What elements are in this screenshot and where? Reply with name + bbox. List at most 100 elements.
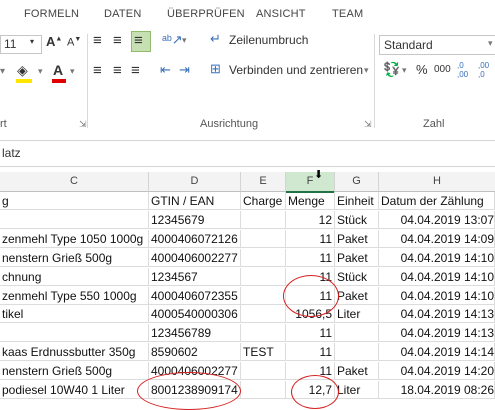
datum-cell[interactable]: 04.04.2019 14:13 (379, 305, 495, 324)
menge-cell[interactable]: 11 (286, 324, 335, 343)
align-center-button[interactable]: ≡ (113, 62, 122, 79)
decrease-decimal-button[interactable]: ,00 ,0 (478, 61, 495, 79)
column-header-h[interactable]: H (379, 172, 495, 192)
fill-color-dropdown[interactable]: ▾ (38, 66, 43, 77)
datum-cell[interactable]: 04.04.2019 14:10 (379, 267, 495, 286)
einheit-cell[interactable]: Liter (335, 305, 379, 324)
orientation-dropdown[interactable]: ▾ (182, 35, 187, 46)
shrink-font-button[interactable]: A▼ (67, 36, 81, 49)
charge-cell[interactable] (241, 362, 286, 381)
artikel-cell[interactable]: zenmehl Type 1050 1000g (0, 229, 149, 248)
gtin-cell[interactable]: 4000540000306 (149, 305, 241, 324)
charge-cell[interactable] (241, 286, 286, 305)
header-charge-cell[interactable]: Charge (241, 192, 286, 210)
artikel-cell[interactable]: kaas Erdnussbutter 350g (0, 343, 149, 362)
charge-cell[interactable] (241, 229, 286, 248)
worksheet-grid[interactable]: C D E F ⬇ G H g GTIN / EAN Charge Menge Einh… (0, 169, 495, 410)
artikel-cell[interactable] (0, 210, 149, 229)
font-dialog-launcher-icon[interactable]: ⇲ (79, 119, 87, 130)
tab-formeln[interactable]: FORMELN (24, 8, 79, 20)
tab-ueberpruefen[interactable]: ÜBERPRÜFEN (167, 8, 245, 20)
menge-cell[interactable]: 11 (286, 248, 335, 267)
tab-team[interactable]: TEAM (332, 8, 363, 20)
increase-indent-button[interactable]: ⇥ (179, 62, 190, 78)
charge-cell[interactable] (241, 210, 286, 229)
column-header-e[interactable]: E (241, 172, 286, 192)
font-size-select[interactable]: 11 ▾ (0, 35, 42, 54)
einheit-cell[interactable]: Paket (335, 362, 379, 381)
column-header-c[interactable]: C (0, 172, 149, 192)
artikel-cell[interactable]: nenstern Grieß 500g (0, 248, 149, 267)
menge-cell[interactable]: 11 (286, 229, 335, 248)
grow-font-button[interactable]: A▲ (46, 34, 62, 49)
charge-cell[interactable] (241, 324, 286, 343)
datum-cell[interactable]: 04.04.2019 14:10 (379, 248, 495, 267)
font-color-button[interactable]: A (52, 62, 66, 83)
align-middle-button[interactable]: ≡ (113, 32, 122, 49)
menge-cell[interactable]: 11 (286, 343, 335, 362)
artikel-cell[interactable]: podiesel 10W40 1 Liter (0, 381, 149, 399)
header-menge-cell[interactable]: Menge (286, 192, 335, 210)
percent-button[interactable]: % (416, 62, 428, 77)
align-left-button[interactable]: ≡ (93, 62, 102, 79)
decrease-indent-button[interactable]: ⇤ (160, 62, 171, 78)
datum-cell[interactable]: 04.04.2019 14:20 (379, 362, 495, 381)
menge-cell[interactable]: 12 (286, 210, 335, 229)
thousands-separator-button[interactable]: 000 (434, 64, 451, 75)
dropdown-arrow-icon[interactable]: ▾ (0, 66, 5, 77)
header-einheit-cell[interactable]: Einheit (335, 192, 379, 210)
column-header-f[interactable]: F ⬇ (286, 169, 335, 193)
alignment-dialog-launcher-icon[interactable]: ⇲ (364, 119, 372, 130)
name-box[interactable]: latz (2, 146, 21, 160)
artikel-cell[interactable]: chnung (0, 267, 149, 286)
charge-cell[interactable] (241, 248, 286, 267)
accounting-format-dropdown[interactable]: ▾ (402, 65, 407, 76)
einheit-cell[interactable] (335, 324, 379, 343)
charge-cell[interactable]: TEST (241, 343, 286, 362)
tab-daten[interactable]: DATEN (104, 8, 141, 20)
datum-cell[interactable]: 04.04.2019 14:09 (379, 229, 495, 248)
artikel-cell[interactable]: tikel (0, 305, 149, 324)
datum-cell[interactable]: 04.04.2019 14:13 (379, 324, 495, 343)
gtin-cell[interactable]: 123456789 (149, 324, 241, 343)
number-format-select[interactable]: Standard ▾ (379, 35, 495, 55)
merge-center-dropdown[interactable]: ▾ (364, 65, 369, 76)
gtin-cell[interactable]: 4000406002277 (149, 248, 241, 267)
column-header-g[interactable]: G (335, 172, 379, 192)
align-top-button[interactable]: ≡ (93, 32, 102, 49)
einheit-cell[interactable]: Liter (335, 381, 379, 399)
accounting-format-button[interactable]: 💱 (383, 61, 400, 78)
gtin-cell[interactable]: 12345679 (149, 210, 241, 229)
datum-cell[interactable]: 18.04.2019 08:26 (379, 381, 495, 399)
gtin-cell[interactable]: 4000406072126 (149, 229, 241, 248)
einheit-cell[interactable] (335, 343, 379, 362)
gtin-cell[interactable]: 8590602 (149, 343, 241, 362)
gtin-cell[interactable]: 4000406072355 (149, 286, 241, 305)
einheit-cell[interactable]: Paket (335, 248, 379, 267)
charge-cell[interactable] (241, 305, 286, 324)
artikel-cell[interactable] (0, 324, 149, 343)
align-right-button[interactable]: ≡ (131, 62, 140, 79)
datum-cell[interactable]: 04.04.2019 14:10 (379, 286, 495, 305)
gtin-cell[interactable]: 1234567 (149, 267, 241, 286)
charge-cell[interactable] (241, 267, 286, 286)
column-header-d[interactable]: D (149, 172, 241, 192)
artikel-cell[interactable]: nenstern Grieß 500g (0, 362, 149, 381)
fill-color-button[interactable]: ◈ (16, 62, 32, 83)
wrap-text-button[interactable]: Zeilenumbruch (229, 33, 308, 47)
increase-decimal-button[interactable]: ,0 ,00 (457, 61, 475, 79)
einheit-cell[interactable]: Stück (335, 267, 379, 286)
charge-cell[interactable] (241, 381, 286, 399)
einheit-cell[interactable]: Paket (335, 286, 379, 305)
orientation-button[interactable]: ᵃᵇ↗ (162, 32, 183, 48)
datum-cell[interactable]: 04.04.2019 13:07 (379, 210, 495, 229)
font-color-dropdown[interactable]: ▾ (70, 66, 75, 77)
tab-ansicht[interactable]: ANSICHT (256, 8, 306, 20)
einheit-cell[interactable]: Paket (335, 229, 379, 248)
header-artikel-cell[interactable]: g (0, 192, 149, 210)
header-gtin-cell[interactable]: GTIN / EAN (149, 192, 241, 210)
align-bottom-button[interactable]: ≡ (131, 31, 151, 52)
datum-cell[interactable]: 04.04.2019 14:14 (379, 343, 495, 362)
artikel-cell[interactable]: zenmehl Type 550 1000g (0, 286, 149, 305)
merge-center-button[interactable]: Verbinden und zentrieren (229, 63, 363, 77)
